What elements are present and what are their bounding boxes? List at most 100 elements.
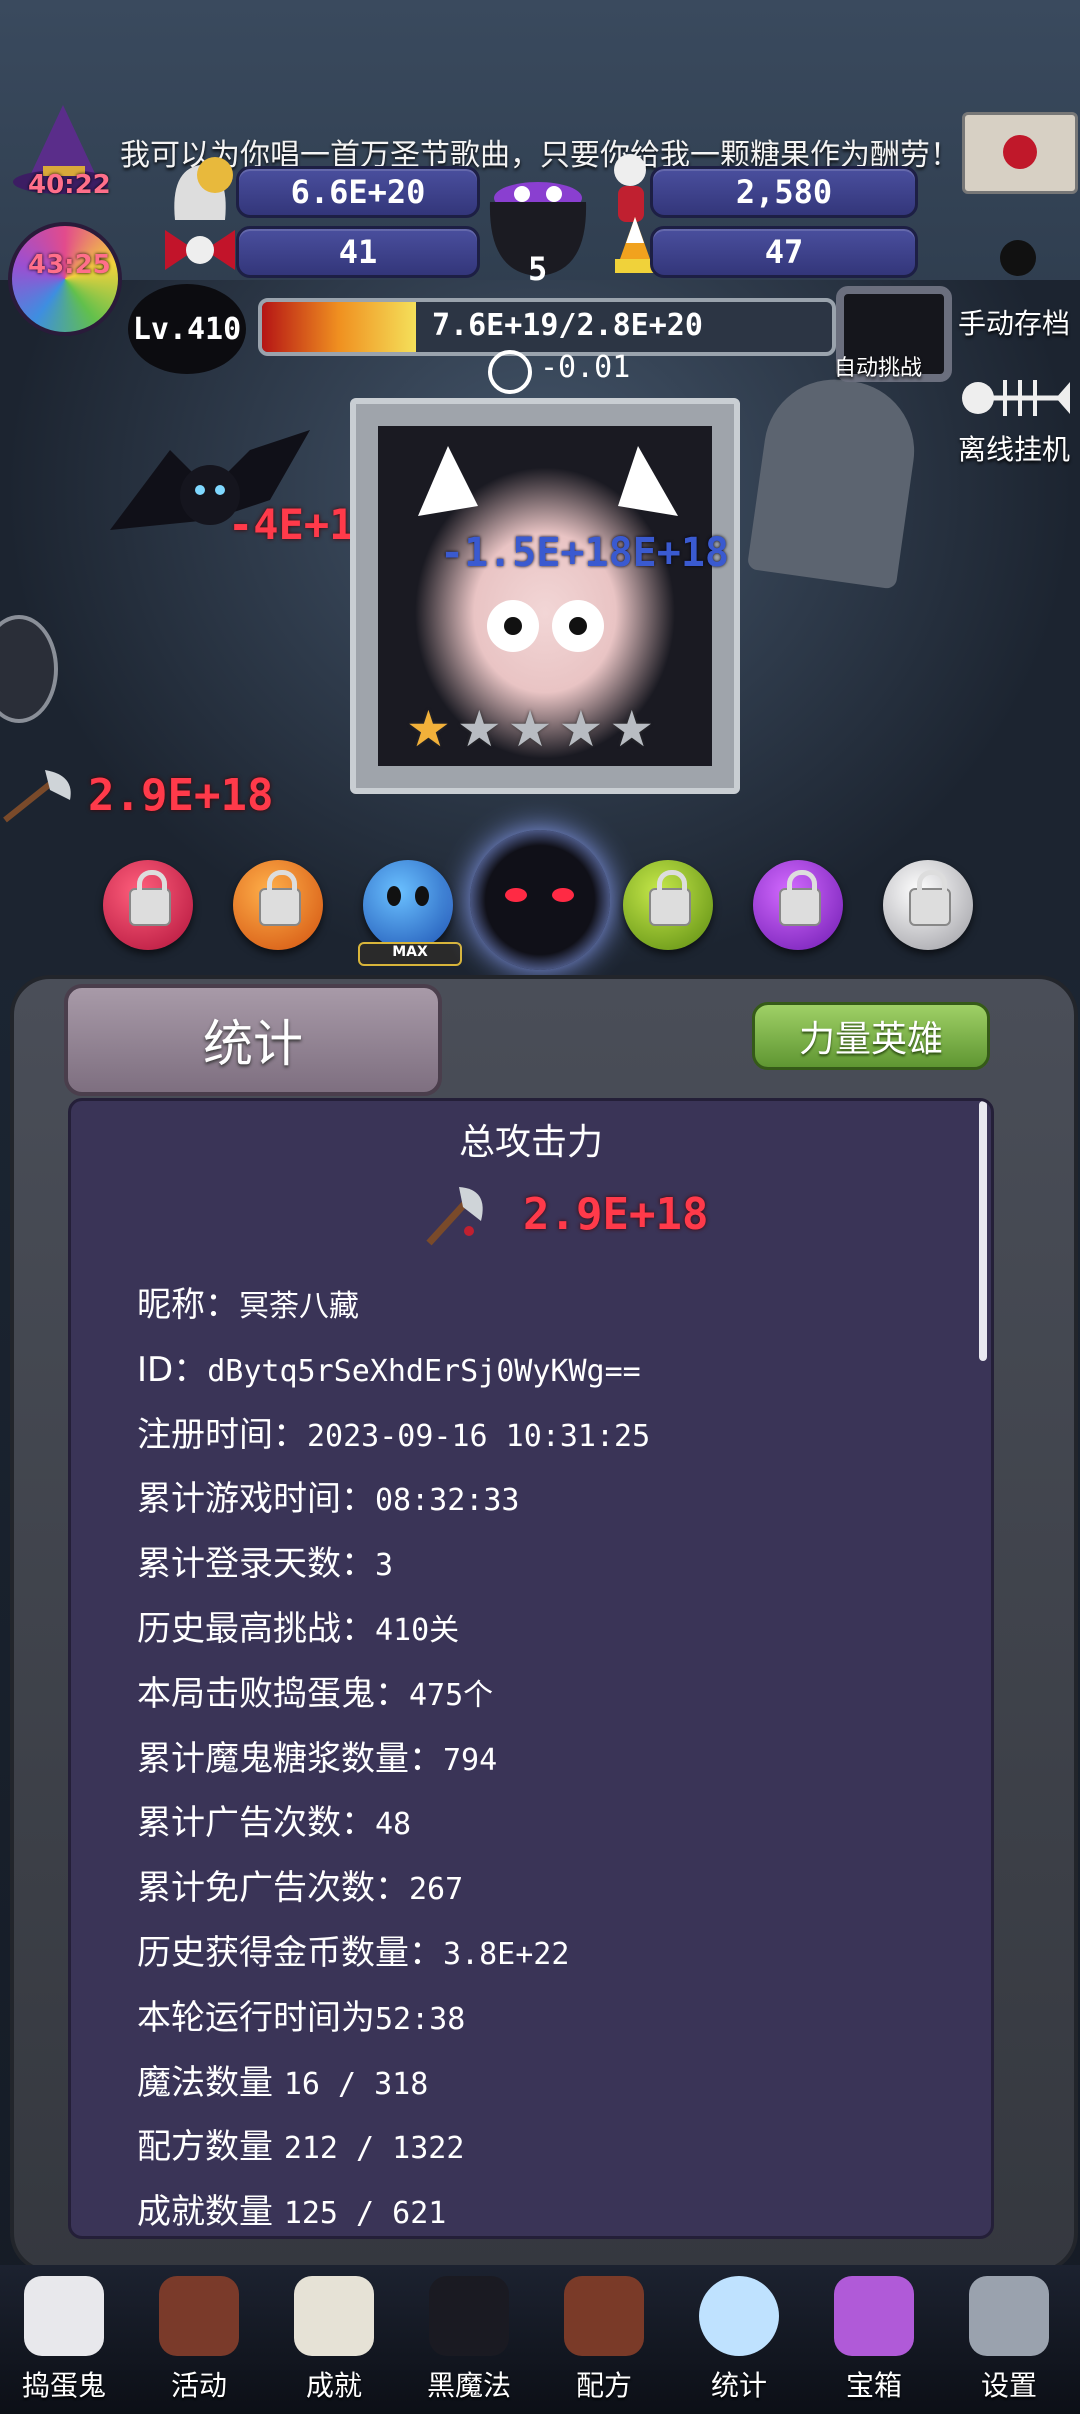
boss-star-icon: ★ (456, 700, 502, 758)
nav-label: 成就 (305, 2369, 362, 2402)
nav-label: 统计 (710, 2369, 767, 2402)
skull-bow-icon (160, 220, 240, 280)
stat-value: 125 / 621 (283, 2196, 447, 2232)
tab-power-heroes-label: 力量英雄 (798, 1019, 943, 1060)
time-delta: -0.01 (540, 350, 631, 385)
boss-damage-text: -1.5E+18E+18 (440, 530, 729, 576)
tab-stats[interactable]: 统计 (64, 984, 442, 1096)
stat-row: ID：dBytq5rSeXhdErSj0WyKWg== (137, 1342, 641, 1391)
hero-slot-locked-red[interactable] (103, 860, 193, 950)
progress-fill (262, 302, 416, 352)
axe-icon (0, 765, 80, 825)
boss-star-icon: ★ (507, 700, 553, 758)
stat-value: 48 (375, 1807, 412, 1843)
hero-slot-devil-selected[interactable] (470, 830, 610, 970)
nav-item[interactable]: 成就 (274, 2270, 394, 2410)
stat-value: 冥荼八藏 (239, 1289, 359, 1324)
crystal-ball-icon (699, 2276, 779, 2356)
stat-value: 3 (375, 1548, 394, 1584)
total-attack-value: 2.9E+18 (523, 1189, 709, 1240)
stat-row: 本局击败捣蛋鬼：475个 (137, 1666, 493, 1715)
hero-slot-locked-green[interactable] (623, 860, 713, 950)
mail-envelope-icon[interactable] (962, 112, 1078, 194)
clock-icon (488, 350, 532, 394)
hero-slot-blue-ghost[interactable] (363, 860, 453, 950)
stat-row: 累计广告次数：48 (137, 1795, 411, 1844)
stat-row: 累计免广告次数：267 (137, 1860, 463, 1909)
stat-value: 08:32:33 (375, 1483, 520, 1519)
nav-label: 活动 (170, 2369, 227, 2402)
stat-value: 212 / 1322 (283, 2131, 465, 2167)
boss-star-icon: ★ (406, 700, 451, 758)
nav-item[interactable]: 宝箱 (814, 2270, 934, 2410)
cauldron-count: 5 (528, 250, 548, 288)
stat-row: 累计魔鬼糖浆数量：794 (137, 1731, 497, 1780)
total-attack-label: 总攻击力 (458, 1122, 603, 1163)
stat-row: 配方数量 212 / 1322 (137, 2119, 464, 2168)
skull-trophy-icon (294, 2276, 374, 2356)
boss-stars: ★ ★ ★ ★ ★ (406, 704, 654, 754)
potion-counter: 2,580 (650, 166, 918, 218)
level-text: Lv.410 (132, 311, 242, 347)
stat-label: 累计免广告次数： (137, 1868, 409, 1909)
nav-item[interactable]: 配方 (544, 2270, 664, 2410)
hero-slot-locked-purple[interactable] (753, 860, 843, 950)
progress-bar: 7.6E+19/2.8E+20 (258, 298, 836, 356)
stat-value: 52:38 (375, 2001, 466, 2037)
stat-label: 历史获得金币数量： (137, 1933, 443, 1973)
nav-label: 捣蛋鬼 (21, 2369, 106, 2402)
stat-value: 3.8E+22 (443, 1937, 570, 1972)
stat-label: 累计游戏时间： (137, 1479, 375, 1520)
candy-corn-counter: 47 (650, 226, 918, 278)
stat-value: 475个 (409, 1677, 494, 1713)
nav-label: 黑魔法 (426, 2369, 511, 2402)
stat-label: 魔法数量 (137, 2062, 284, 2103)
boss-star-icon: ★ (558, 700, 604, 758)
stats-list[interactable]: 总攻击力 2.9E+18 昵称：冥荼八藏 ID：dBytq5rSeXhdErSj0… (68, 1098, 994, 2239)
devil-icon (429, 2276, 509, 2356)
fish-bone-icon[interactable] (960, 368, 1070, 428)
stat-value: 2023-09-16 10:31:25 (307, 1418, 651, 1454)
max-badge: MAX (358, 942, 462, 966)
stat-value: dBytq5rSeXhdErSj0WyKWg== (207, 1353, 641, 1389)
level-badge: Lv.410 (128, 284, 246, 374)
gift-box-icon (834, 2276, 914, 2356)
stat-row: 魔法数量 16 / 318 (137, 2055, 428, 2104)
stat-label: 累计广告次数： (137, 1803, 375, 1844)
stat-label: ID： (137, 1349, 208, 1390)
tab-power-heroes[interactable]: 力量英雄 (752, 1002, 990, 1070)
kills-counter: 41 (236, 226, 480, 278)
offline-idle-button[interactable]: 离线挂机 (958, 428, 1070, 468)
hero-slot-locked-white[interactable] (883, 860, 973, 950)
nav-item[interactable]: 统计 (679, 2270, 799, 2410)
ghost-icon (24, 2276, 104, 2356)
stat-row: 累计游戏时间：08:32:33 (137, 1471, 520, 1520)
nav-item[interactable]: 设置 (949, 2270, 1069, 2410)
stat-label: 历史最高挑战： (137, 1609, 375, 1649)
axe-damage-text: 2.9E+18 (88, 770, 274, 821)
stat-label: 本轮运行时间为 (137, 1997, 375, 2038)
nav-item[interactable]: 活动 (139, 2270, 259, 2410)
nav-item[interactable]: 黑魔法 (409, 2270, 529, 2410)
gear-icon (969, 2276, 1049, 2356)
stat-row: 本轮运行时间为52:38 (137, 1990, 465, 2039)
gold-counter: 6.6E+20 (236, 166, 480, 218)
candy-timer: 43:25 (28, 250, 111, 280)
nav-label: 宝箱 (845, 2369, 902, 2402)
spider-icon (1000, 240, 1036, 276)
boss-portrait-frame[interactable]: ★ ★ ★ ★ ★ (350, 398, 740, 794)
total-attack-axe-icon (419, 1181, 489, 1251)
stat-row: 成就数量 125 / 621 (137, 2184, 446, 2233)
stat-row: 昵称：冥荼八藏 (137, 1277, 359, 1326)
stat-label: 累计登录天数： (137, 1544, 375, 1585)
manual-save-button[interactable]: 手动存档 (958, 302, 1070, 342)
stat-row: 历史获得金币数量：3.8E+22 (137, 1925, 569, 1974)
stat-row: 累计登录天数：3 (137, 1536, 393, 1585)
nav-item[interactable]: 捣蛋鬼 (4, 2270, 124, 2410)
hero-slot-locked-orange[interactable] (233, 860, 323, 950)
spellbook-icon (564, 2276, 644, 2356)
scrollbar[interactable] (979, 1101, 987, 1361)
witch-timer: 40:22 (28, 170, 111, 200)
progress-text: 7.6E+19/2.8E+20 (432, 308, 703, 343)
stat-value: 16 / 318 (283, 2066, 429, 2102)
